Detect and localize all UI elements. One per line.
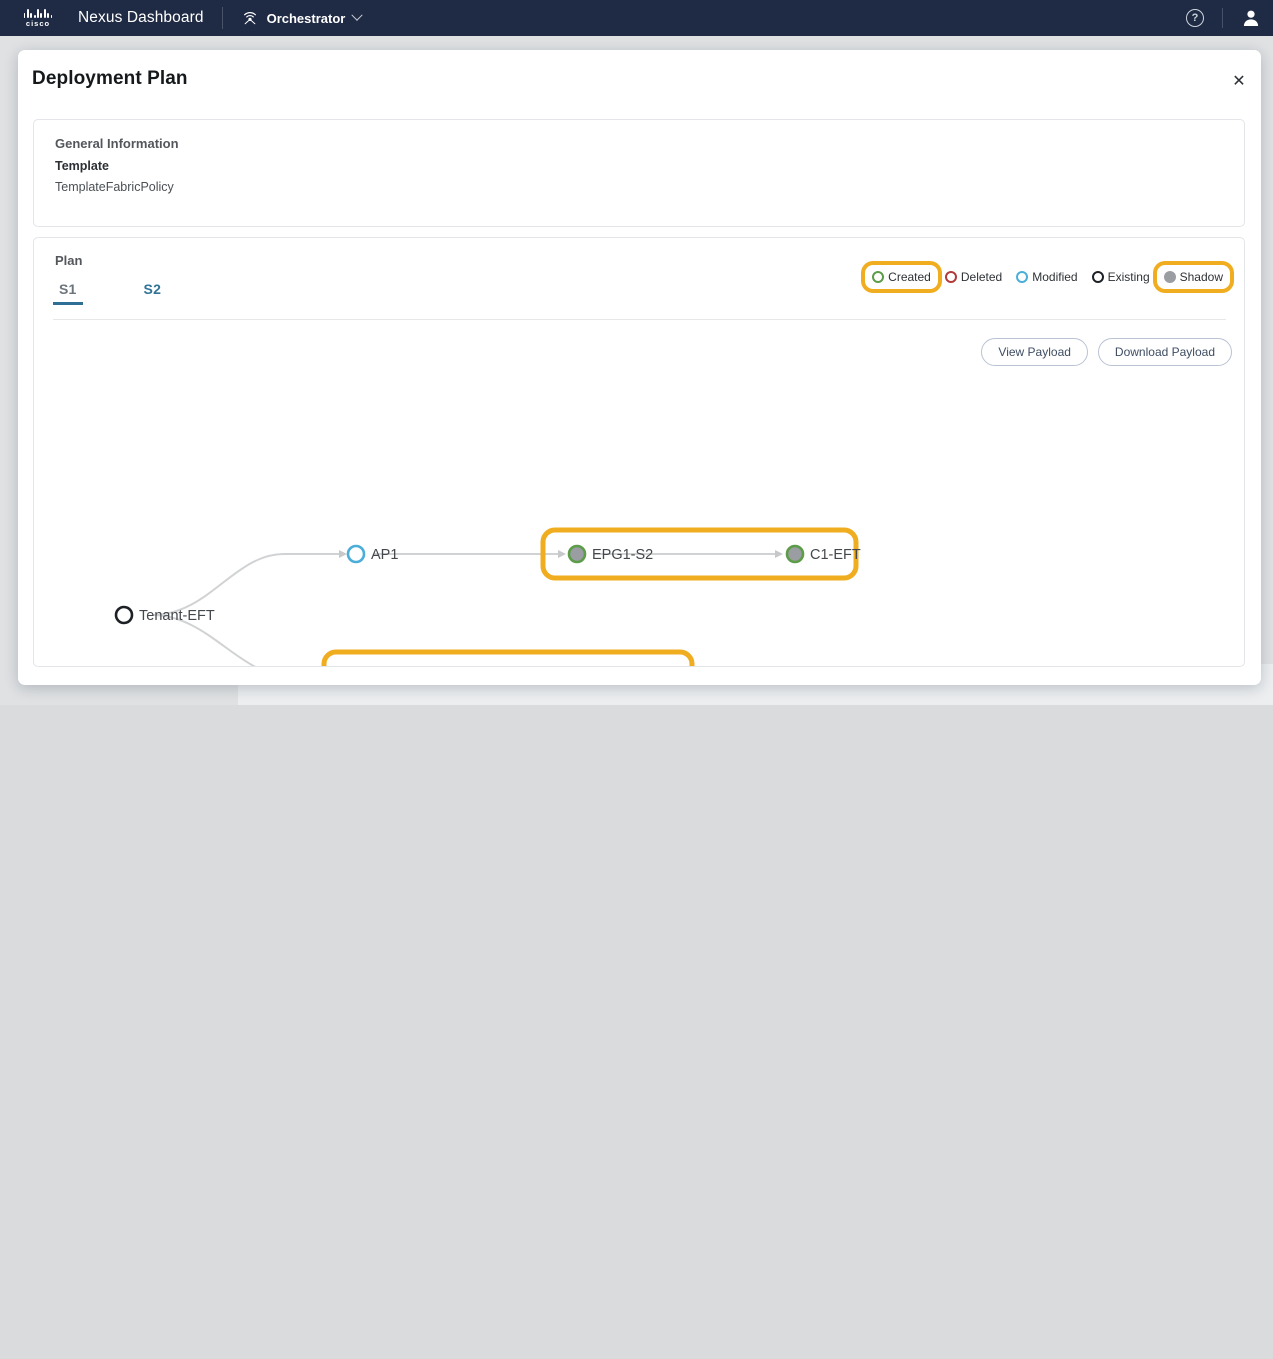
node-circle-tenant-eft[interactable] bbox=[114, 605, 134, 625]
download-payload-button[interactable]: Download Payload bbox=[1097, 338, 1232, 366]
tab-s1[interactable]: S1 bbox=[53, 281, 83, 305]
view-payload-button[interactable]: View Payload bbox=[981, 338, 1088, 366]
payload-actions: View Payload Download Payload bbox=[981, 338, 1232, 366]
legend-item-deleted[interactable]: Deleted bbox=[938, 265, 1009, 289]
product-title: Nexus Dashboard bbox=[78, 9, 204, 26]
legend-label-existing: Existing bbox=[1107, 270, 1150, 284]
topbar-divider bbox=[221, 7, 223, 29]
user-avatar-icon[interactable] bbox=[1241, 8, 1261, 28]
node-circle-ap1[interactable] bbox=[346, 544, 366, 564]
existing-status-dot bbox=[1091, 271, 1104, 283]
service-switcher[interactable]: Orchestrator bbox=[241, 9, 363, 27]
close-x-icon[interactable]: ✕ bbox=[1227, 70, 1251, 94]
topbar-actions: ? bbox=[1186, 8, 1273, 28]
deployment-plan-modal: Deployment Plan ✕ General Information Te… bbox=[18, 50, 1261, 685]
legend-item-created[interactable]: Created bbox=[865, 265, 938, 289]
site-tabs: S1 S2 bbox=[53, 281, 167, 305]
cisco-wordmark: cisco bbox=[25, 19, 51, 28]
legend-label-created: Created bbox=[888, 270, 931, 284]
page-title: Deployment Plan bbox=[32, 68, 188, 89]
deleted-status-dot bbox=[944, 271, 957, 283]
tab-s2[interactable]: S2 bbox=[138, 281, 168, 305]
node-label-epg1-s2: EPG1-S2 bbox=[592, 547, 653, 563]
node-circle-epg1-s2[interactable] bbox=[567, 544, 587, 564]
graph-highlight-boxes bbox=[321, 527, 859, 666]
plan-card: Plan S1 S2 Created Deleted Modified Exis… bbox=[33, 237, 1245, 667]
tabs-divider bbox=[53, 319, 1226, 320]
graph-arrowheads bbox=[339, 550, 783, 558]
cisco-logo: cisco bbox=[14, 8, 62, 28]
deployment-topology-graph[interactable]: Tenant-EFT AP1 EPG1-S2 C1-EFT BD1-S2 bbox=[34, 378, 1246, 666]
help-question-icon[interactable]: ? bbox=[1186, 9, 1204, 27]
status-legend: Created Deleted Modified Existing Shadow bbox=[865, 265, 1230, 289]
node-circle-c1-eft[interactable] bbox=[785, 544, 805, 564]
edge-tenant-ap1 bbox=[151, 553, 339, 616]
legend-label-deleted: Deleted bbox=[960, 270, 1003, 284]
legend-label-modified: Modified bbox=[1032, 270, 1078, 284]
graph-edges bbox=[151, 553, 776, 666]
node-label-ap1: AP1 bbox=[371, 547, 398, 563]
legend-item-existing[interactable]: Existing bbox=[1085, 265, 1157, 289]
template-label: Template bbox=[55, 159, 109, 173]
orchestrator-hub-icon bbox=[243, 12, 256, 25]
legend-label-shadow: Shadow bbox=[1179, 270, 1223, 284]
node-label-c1-eft: C1-EFT bbox=[810, 547, 861, 563]
topbar-actions-divider bbox=[1222, 8, 1223, 28]
top-navigation-bar: cisco Nexus Dashboard Orchestrator ? bbox=[0, 0, 1273, 36]
chevron-down-icon bbox=[351, 9, 363, 21]
cisco-bars-icon bbox=[23, 8, 53, 18]
legend-item-modified[interactable]: Modified bbox=[1009, 265, 1084, 289]
highlight-box-bd-subnet bbox=[321, 649, 695, 666]
plan-heading: Plan bbox=[55, 253, 83, 268]
modified-status-dot bbox=[1016, 271, 1029, 283]
topology-svg: Tenant-EFT AP1 EPG1-S2 C1-EFT BD1-S2 bbox=[114, 527, 861, 666]
template-value: TemplateFabricPolicy bbox=[55, 180, 174, 194]
service-name: Orchestrator bbox=[266, 10, 346, 26]
created-status-dot bbox=[872, 271, 885, 283]
shadow-status-dot bbox=[1163, 271, 1176, 283]
general-information-heading: General Information bbox=[55, 136, 179, 151]
legend-item-shadow[interactable]: Shadow bbox=[1157, 265, 1230, 289]
node-label-tenant-eft: Tenant-EFT bbox=[139, 608, 215, 624]
general-information-card: General Information Template TemplateFab… bbox=[33, 119, 1245, 227]
